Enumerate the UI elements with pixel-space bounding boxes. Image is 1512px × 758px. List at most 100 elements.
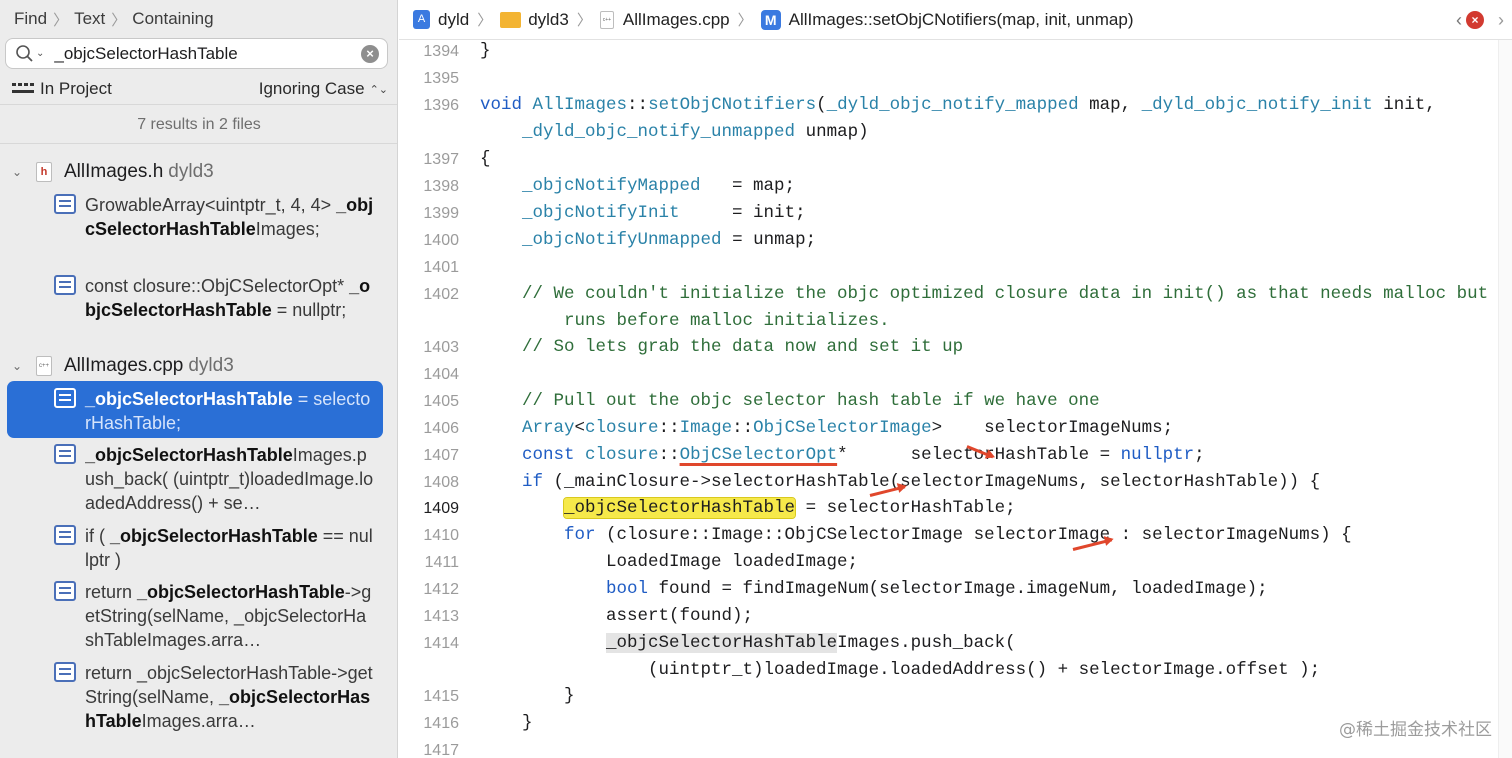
result-line-icon: [54, 662, 76, 682]
source-editor: A dyld 〉 dyld3 〉 c++ AllImages.cpp 〉 M A…: [399, 0, 1512, 758]
code-line: _objcNotifyMapped = map;: [522, 176, 796, 196]
code-line: }: [480, 713, 533, 733]
line-number: 1401: [423, 259, 459, 276]
results-summary: 7 results in 2 files: [0, 104, 397, 144]
code-line: for (closure::Image::ObjCSelectorImage s…: [564, 525, 1352, 545]
case-label[interactable]: Ignoring Case: [259, 79, 365, 99]
file-group-allimages-h[interactable]: ⌄ h AllImages.h dyld3: [0, 159, 397, 185]
disclosure-chevron-icon[interactable]: ⌄: [12, 165, 26, 179]
line-number: 1415: [423, 688, 459, 705]
jumpbar-file[interactable]: c++ AllImages.cpp: [599, 10, 730, 30]
result-item[interactable]: return _objcSelectorHashTable->getString…: [85, 661, 375, 733]
result-item[interactable]: if ( _objcSelectorHashTable == nullptr ): [85, 524, 375, 572]
code-area[interactable]: 1394 1395 1396 1397 1398 1399 1400 1401 …: [399, 40, 1496, 758]
file-name: AllImages.cpp: [64, 355, 184, 376]
cpp-file-icon: c++: [599, 10, 614, 29]
code-line: _objcNotifyInit = init;: [522, 203, 806, 223]
breadcrumb-text[interactable]: Text: [74, 9, 105, 29]
jumpbar-folder-label[interactable]: dyld3: [528, 10, 569, 30]
result-pre: if (: [85, 526, 110, 546]
result-pre: const closure::ObjCSelectorOpt*: [85, 276, 350, 296]
find-mode-breadcrumb[interactable]: Find 〉 Text 〉 Containing: [14, 8, 214, 30]
result-post: Images.arra…: [141, 711, 256, 731]
line-number: 1413: [423, 608, 459, 625]
result-line-icon: [54, 275, 76, 295]
line-number: 1416: [423, 715, 459, 732]
chevron-right-icon: 〉: [576, 12, 592, 29]
search-icon[interactable]: [14, 43, 36, 65]
code-line: {: [480, 149, 491, 169]
previous-issue-icon[interactable]: ‹: [1456, 10, 1462, 31]
cpp-file-icon: c++: [36, 356, 52, 376]
code-comment: // We couldn't initialize the objc optim…: [480, 284, 1489, 304]
line-number: 1403: [423, 339, 459, 356]
result-item[interactable]: GrowableArray<uintptr_t, 4, 4> _objcSele…: [85, 193, 375, 265]
disclosure-chevron-icon[interactable]: ⌄: [12, 359, 26, 373]
breadcrumb-find[interactable]: Find: [14, 9, 47, 29]
line-number: 1405: [423, 393, 459, 410]
scope-label[interactable]: In Project: [40, 79, 112, 99]
line-number: 1412: [423, 581, 459, 598]
line-number: 1402: [423, 286, 459, 303]
file-group-allimages-cpp[interactable]: ⌄ c++ AllImages.cpp dyld3: [0, 353, 397, 379]
chevron-right-icon: 〉: [53, 11, 69, 29]
chevron-right-icon: 〉: [111, 11, 127, 29]
file-name: AllImages.h: [64, 161, 164, 182]
code-line: const closure::ObjCSelectorOpt* selector…: [522, 445, 1205, 465]
code-line: _dyld_objc_notify_unmapped unmap): [522, 122, 869, 142]
line-number: 1398: [423, 178, 459, 195]
search-options-chevron-icon[interactable]: ⌄: [36, 48, 44, 59]
header-file-icon: h: [36, 162, 52, 182]
jump-bar: A dyld 〉 dyld3 〉 c++ AllImages.cpp 〉 M A…: [399, 0, 1512, 40]
line-number: 1406: [423, 420, 459, 437]
code-line: bool found = findImageNum(selectorImage.…: [606, 579, 1268, 599]
jumpbar-project[interactable]: A dyld: [399, 10, 469, 30]
file-project: dyld3: [168, 161, 214, 182]
result-line-icon: [54, 525, 76, 545]
line-number: 1404: [423, 366, 459, 383]
result-item[interactable]: return _objcSelectorHashTable->getString…: [85, 580, 375, 652]
jumpbar-method[interactable]: M AllImages::setObjCNotifiers(map, init,…: [760, 9, 1134, 30]
line-number: 1414: [423, 635, 459, 652]
jumpbar-method-label[interactable]: AllImages::setObjCNotifiers(map, init, u…: [789, 10, 1134, 30]
line-number: 1417: [423, 742, 459, 758]
result-line-icon: [54, 194, 76, 214]
jumpbar-folder[interactable]: dyld3: [500, 10, 569, 30]
result-match: _objcSelectorHashTable: [137, 582, 345, 602]
chevron-right-icon: 〉: [477, 12, 493, 29]
file-project: dyld3: [188, 355, 234, 376]
code-line: assert(found);: [480, 606, 754, 626]
xcode-project-icon: A: [413, 10, 430, 29]
case-sensitivity-popup[interactable]: Ignoring Case ⌃⌄: [259, 79, 388, 99]
line-number: 1399: [423, 205, 459, 222]
code-comment: // Pull out the objc selector hash table…: [480, 391, 1100, 411]
search-match-highlight: _objcSelectorHashTable: [563, 497, 797, 519]
result-pre: GrowableArray<uintptr_t, 4, 4>: [85, 195, 337, 215]
error-close-icon[interactable]: ×: [1466, 11, 1484, 29]
line-number: 1411: [424, 554, 459, 571]
result-post: Images;: [255, 219, 320, 239]
result-item[interactable]: _objcSelectorHashTableImages.push_back( …: [85, 443, 375, 515]
clear-search-icon[interactable]: ×: [361, 45, 379, 63]
result-post: = nullptr;: [271, 300, 347, 320]
code-line: _objcSelectorHashTableImages.push_back(: [606, 633, 1016, 653]
editor-scrollbar[interactable]: [1498, 40, 1512, 758]
result-item-selected[interactable]: _objcSelectorHashTable = selectorHashTab…: [85, 387, 375, 435]
breadcrumb-containing[interactable]: Containing: [132, 9, 213, 29]
method-icon: M: [760, 9, 781, 30]
line-number: 1396: [423, 97, 459, 114]
line-number: 1410: [423, 527, 459, 544]
result-pre: return: [85, 582, 138, 602]
result-match: _objcSelectorHashTable: [110, 526, 318, 546]
scope-icon[interactable]: [12, 82, 34, 96]
line-number: 1408: [423, 474, 459, 491]
jumpbar-file-label[interactable]: AllImages.cpp: [623, 10, 730, 30]
result-item[interactable]: const closure::ObjCSelectorOpt* _objcSel…: [85, 274, 375, 346]
code-line: Array<closure::Image::ObjCSelectorImage>…: [522, 418, 1174, 438]
search-field[interactable]: ⌄ ×: [5, 38, 388, 69]
find-navigator: Find 〉 Text 〉 Containing ⌄ × In Project …: [0, 0, 398, 758]
search-input[interactable]: [54, 43, 355, 64]
result-match: _objcSelectorHashTable: [85, 389, 293, 409]
next-issue-icon[interactable]: ›: [1498, 10, 1504, 31]
jumpbar-project-label[interactable]: dyld: [438, 10, 469, 30]
